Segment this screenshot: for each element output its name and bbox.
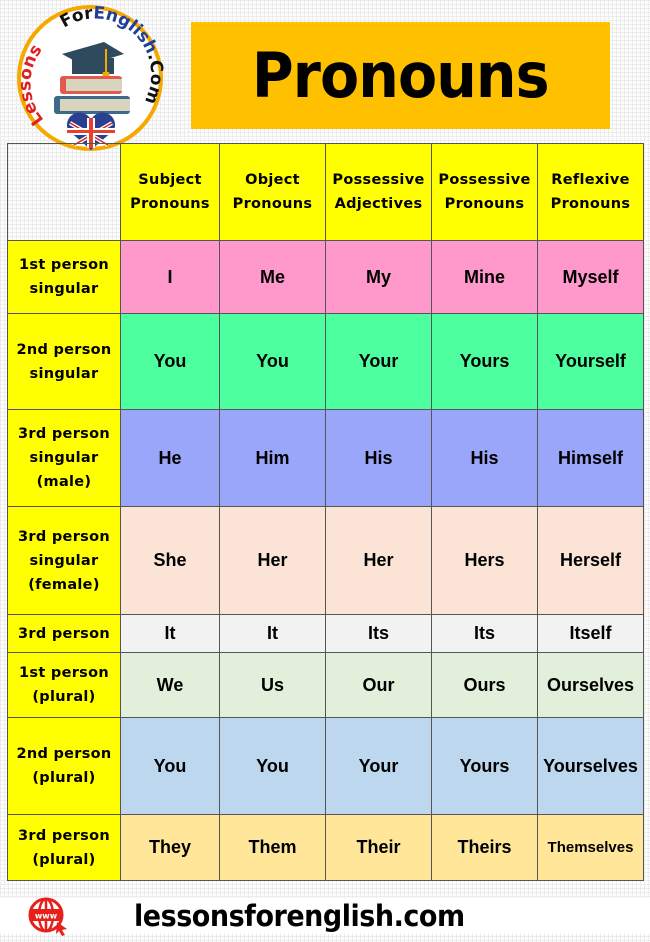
- pronoun-cell: Her: [219, 506, 326, 615]
- pronoun-cell: Him: [219, 409, 326, 507]
- pronoun-cell: His: [325, 409, 432, 507]
- pronoun-cell: Himself: [537, 409, 644, 507]
- pronoun-cell: We: [120, 652, 220, 718]
- page-title: Pronouns: [252, 39, 550, 112]
- pronoun-cell: It: [120, 614, 220, 653]
- pronouns-table: Subject Pronouns Object Pronouns Possessiv…: [7, 143, 644, 881]
- pronoun-cell: Myself: [537, 240, 644, 314]
- pronoun-cell: Yours: [431, 313, 538, 410]
- svg-text:www: www: [35, 912, 58, 921]
- row-header: 2nd person (plural): [7, 717, 121, 815]
- pronoun-cell: Your: [325, 717, 432, 815]
- column-header-possessive-pronouns: Possessive Pronouns: [431, 143, 538, 241]
- pronoun-cell: Your: [325, 313, 432, 410]
- pronoun-cell: It: [219, 614, 326, 653]
- pronoun-cell: Yourself: [537, 313, 644, 410]
- pronoun-cell: You: [219, 717, 326, 815]
- table-row: 1st person (plural) We Us Our Ours Ourselves: [7, 652, 644, 718]
- pronoun-cell: Themselves: [537, 814, 644, 881]
- website-url[interactable]: lessonsforenglish.com: [134, 897, 465, 935]
- row-header: 3rd person singular (female): [7, 506, 121, 615]
- pronoun-cell: My: [325, 240, 432, 314]
- globe-www-icon: www: [27, 896, 69, 936]
- table-row: 3rd person (plural) They Them Their Theirs The…: [7, 814, 644, 881]
- pronoun-cell: He: [120, 409, 220, 507]
- pronoun-cell: Theirs: [431, 814, 538, 881]
- table-row: 2nd person singular You You Your Yours Yoursel…: [7, 313, 644, 410]
- pronoun-cell: Their: [325, 814, 432, 881]
- table-row: 3rd person It It Its Its Itself: [7, 614, 644, 653]
- pronoun-cell: Ours: [431, 652, 538, 718]
- table-row: 2nd person (plural) You You Your Yours Yoursel…: [7, 717, 644, 815]
- pronoun-cell: I: [120, 240, 220, 314]
- pronoun-cell: You: [219, 313, 326, 410]
- row-header: 3rd person (plural): [7, 814, 121, 881]
- pronoun-cell: Its: [431, 614, 538, 653]
- column-header-reflexive-pronouns: Reflexive Pronouns: [537, 143, 644, 241]
- row-header: 2nd person singular: [7, 313, 121, 410]
- row-header: 3rd person: [7, 614, 121, 653]
- column-header-object-pronouns: Object Pronouns: [219, 143, 326, 241]
- row-header: 1st person (plural): [7, 652, 121, 718]
- pronoun-cell: Ourselves: [537, 652, 644, 718]
- title-banner: Pronouns: [191, 22, 610, 129]
- table-header-row: Subject Pronouns Object Pronouns Possessiv…: [7, 143, 644, 241]
- table-body: 1st person singular I Me My Mine Myself 2nd per…: [7, 240, 644, 881]
- pronoun-cell: She: [120, 506, 220, 615]
- table-corner-cell: [7, 143, 121, 241]
- pronoun-cell: Herself: [537, 506, 644, 615]
- pronoun-cell: Her: [325, 506, 432, 615]
- column-header-possessive-adjectives: Possessive Adjectives: [325, 143, 432, 241]
- pronoun-cell: Hers: [431, 506, 538, 615]
- row-header: 3rd person singular (male): [7, 409, 121, 507]
- pronoun-cell: Us: [219, 652, 326, 718]
- column-header-subject-pronouns: Subject Pronouns: [120, 143, 220, 241]
- row-header: 1st person singular: [7, 240, 121, 314]
- pronoun-cell: You: [120, 313, 220, 410]
- pronoun-cell: Itself: [537, 614, 644, 653]
- pronoun-cell: Me: [219, 240, 326, 314]
- site-logo: Lessons ForEnglish.Com: [4, 2, 174, 154]
- pronoun-cell: Them: [219, 814, 326, 881]
- table-row: 1st person singular I Me My Mine Myself: [7, 240, 644, 314]
- pronoun-cell: Yours: [431, 717, 538, 815]
- table-row: 3rd person singular (male) He Him His His Himse…: [7, 409, 644, 507]
- table-row: 3rd person singular (female) She Her Her Hers H…: [7, 506, 644, 615]
- pronoun-cell: Its: [325, 614, 432, 653]
- pronoun-cell: Yourselves: [537, 717, 644, 815]
- pronoun-cell: You: [120, 717, 220, 815]
- pronoun-cell: His: [431, 409, 538, 507]
- pronoun-cell: They: [120, 814, 220, 881]
- pronoun-cell: Mine: [431, 240, 538, 314]
- pronoun-cell: Our: [325, 652, 432, 718]
